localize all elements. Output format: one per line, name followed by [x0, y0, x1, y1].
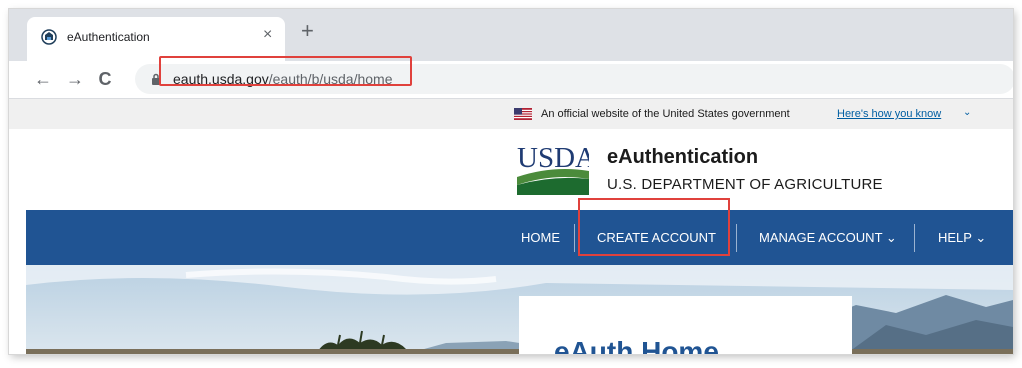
nav-manage-account-label: MANAGE ACCOUNT	[759, 230, 883, 245]
reload-icon[interactable]: C	[95, 69, 115, 89]
site-title: eAuthentication	[607, 146, 759, 168]
gov-banner: An official website of the United States…	[9, 99, 1013, 129]
gov-banner-text: An official website of the United States…	[541, 108, 790, 120]
close-tab-icon[interactable]: ×	[263, 26, 272, 44]
back-arrow-icon[interactable]: ←	[33, 69, 53, 89]
usda-logo-text: USDA	[517, 142, 589, 174]
hero-card-title: eAuth Home	[554, 336, 719, 354]
nav-help-label: HELP	[938, 230, 972, 245]
main-nav: HOME CREATE ACCOUNT MANAGE ACCOUNT ⌄ HEL…	[26, 210, 1013, 265]
url-highlight-box	[159, 56, 412, 86]
nav-divider	[736, 224, 737, 252]
site-subtitle: U.S. DEPARTMENT OF AGRICULTURE	[607, 176, 883, 193]
new-tab-icon[interactable]: +	[301, 19, 314, 43]
chevron-down-icon: ⌄	[975, 230, 987, 245]
usda-favicon-icon	[41, 29, 57, 45]
chevron-down-icon: ⌄	[885, 230, 897, 245]
hero-card: eAuth Home	[519, 296, 852, 354]
browser-tab[interactable]: eAuthentication ×	[27, 17, 285, 61]
nav-home[interactable]: HOME	[521, 230, 560, 245]
nav-manage-account[interactable]: MANAGE ACCOUNT ⌄	[759, 230, 897, 246]
us-flag-icon	[514, 108, 532, 120]
create-account-highlight-box	[578, 198, 730, 256]
forward-arrow-icon[interactable]: →	[65, 69, 85, 89]
nav-divider	[914, 224, 915, 252]
nav-divider	[574, 224, 575, 252]
browser-tab-strip: eAuthentication × +	[9, 9, 1013, 61]
nav-help[interactable]: HELP ⌄	[938, 230, 986, 246]
heres-how-you-know-link[interactable]: Here's how you know	[837, 108, 941, 120]
usda-logo[interactable]: USDA	[517, 141, 589, 195]
chevron-down-icon[interactable]: ⌄	[963, 107, 971, 118]
tab-title: eAuthentication	[67, 30, 150, 44]
